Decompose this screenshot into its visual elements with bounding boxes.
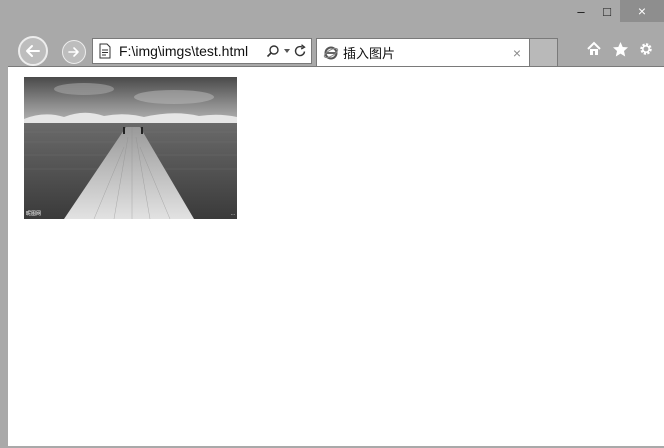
right-toolbar <box>585 40 655 58</box>
window-controls: – □ × <box>568 0 664 24</box>
close-window-button[interactable]: × <box>620 0 664 22</box>
dropdown-chevron-icon[interactable] <box>283 47 291 55</box>
browser-window: – □ × F:\img\imgs\test.html 插入图片 × 昵图网 .… <box>0 0 664 448</box>
back-arrow-icon <box>26 45 40 57</box>
address-text[interactable]: F:\img\imgs\test.html <box>119 43 248 59</box>
refresh-icon[interactable] <box>294 44 307 58</box>
new-tab-button[interactable] <box>530 38 558 66</box>
maximize-button[interactable]: □ <box>594 0 620 22</box>
photo-watermark-id: ... <box>230 211 235 217</box>
forward-button[interactable] <box>62 40 86 64</box>
pier-image <box>24 77 237 219</box>
search-icon[interactable] <box>266 44 280 58</box>
page-content: 昵图网 ... <box>8 66 664 446</box>
minimize-button[interactable]: – <box>568 0 594 22</box>
tab-active[interactable]: 插入图片 × <box>316 38 530 66</box>
page-document-icon <box>97 43 113 59</box>
address-bar[interactable]: F:\img\imgs\test.html <box>92 38 312 64</box>
address-tools <box>266 44 307 58</box>
pier-photo: 昵图网 ... <box>24 77 237 219</box>
settings-gear-icon[interactable] <box>637 40 655 58</box>
tab-title: 插入图片 <box>343 47 396 62</box>
photo-watermark: 昵图网 <box>26 211 42 217</box>
forward-arrow-icon <box>68 47 79 57</box>
back-button[interactable] <box>18 36 48 66</box>
ie-logo-icon <box>323 45 339 61</box>
favorites-star-icon[interactable] <box>611 40 629 58</box>
title-bar: – □ × <box>0 0 664 34</box>
home-icon[interactable] <box>585 40 603 58</box>
tab-close-button[interactable]: × <box>513 45 521 61</box>
